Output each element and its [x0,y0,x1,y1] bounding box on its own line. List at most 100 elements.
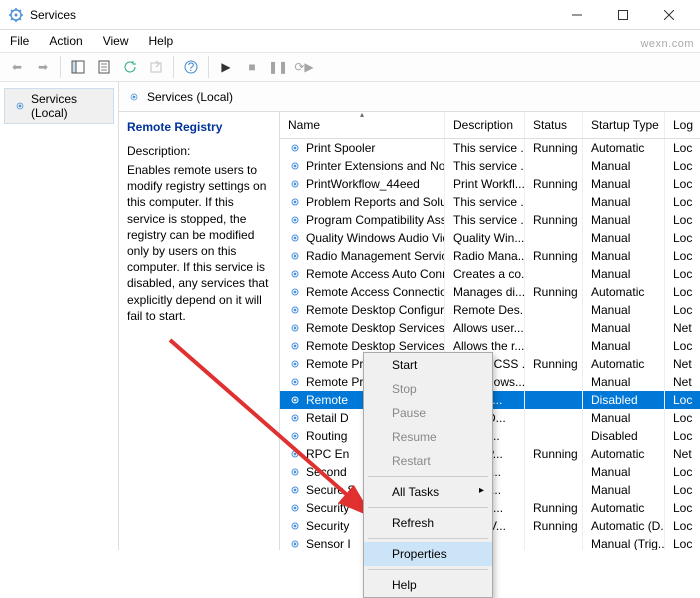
menu-help[interactable]: Help [145,33,178,49]
window-title: Services [30,8,554,22]
service-logon-cell: Loc [665,463,700,481]
maximize-button[interactable] [600,0,646,30]
service-startup-cell: Automatic [583,499,665,517]
ctx-separator [368,538,488,539]
restart-service-button[interactable]: ⟳▶ [293,56,315,78]
service-startup-cell: Disabled [583,427,665,445]
description-text: Enables remote users to modify registry … [127,162,269,324]
service-status-cell [525,535,583,550]
minimize-button[interactable] [554,0,600,30]
service-startup-cell: Automatic [583,283,665,301]
service-row[interactable]: Radio Management ServiceRadio Mana...Run… [280,247,700,265]
column-header-description[interactable]: Description [445,112,525,138]
service-logon-cell: Loc [665,157,700,175]
gear-icon [288,195,302,209]
service-row[interactable]: Quality Windows Audio Vid...Quality Win.… [280,229,700,247]
show-hide-tree-button[interactable] [67,56,89,78]
service-row[interactable]: PrintWorkflow_44eedPrint Workfl...Runnin… [280,175,700,193]
service-row[interactable]: Print SpoolerThis service ...RunningAuto… [280,139,700,157]
gear-icon [288,519,302,533]
service-status-cell: Running [525,283,583,301]
service-row[interactable]: Problem Reports and Soluti...This servic… [280,193,700,211]
service-startup-cell: Manual [583,157,665,175]
service-desc-cell: Manages di... [445,283,525,301]
column-header-startup[interactable]: Startup Type [583,112,665,138]
service-row[interactable]: Remote Desktop ServicesAllows user...Man… [280,319,700,337]
tree-root-services-local[interactable]: Services (Local) [4,88,114,124]
right-pane-header: Services (Local) [119,82,700,112]
service-desc-cell: This service ... [445,211,525,229]
service-name-cell: Remote Desktop Configurat... [306,303,445,317]
service-desc-cell: Remote Des... [445,301,525,319]
service-logon-cell: Loc [665,499,700,517]
ctx-separator [368,507,488,508]
ctx-help[interactable]: Help [364,573,492,597]
service-row[interactable]: Remote Access Auto Conne...Creates a co.… [280,265,700,283]
service-status-cell [525,427,583,445]
service-startup-cell: Manual [583,229,665,247]
column-header-status[interactable]: Status [525,112,583,138]
export-list-button[interactable] [145,56,167,78]
service-status-cell: Running [525,139,583,157]
ctx-pause[interactable]: Pause [364,401,492,425]
refresh-button[interactable] [119,56,141,78]
services-app-icon [8,7,24,23]
service-logon-cell: Net [665,319,700,337]
gear-icon [288,393,302,407]
ctx-restart[interactable]: Restart [364,449,492,473]
service-status-cell [525,373,583,391]
service-name-cell: Retail D [306,411,349,425]
start-service-button[interactable]: ▶ [215,56,237,78]
help-button[interactable]: ? [180,56,202,78]
service-logon-cell: Net [665,355,700,373]
service-row[interactable]: Remote Access Connection...Manages di...… [280,283,700,301]
service-status-cell: Running [525,355,583,373]
service-logon-cell: Net [665,445,700,463]
service-startup-cell: Disabled [583,391,665,409]
ctx-all-tasks[interactable]: All Tasks▸ [364,480,492,504]
ctx-start[interactable]: Start [364,353,492,377]
service-desc-cell: Quality Win... [445,229,525,247]
menu-file[interactable]: File [6,33,33,49]
service-logon-cell: Loc [665,337,700,355]
service-status-cell [525,481,583,499]
stop-service-button[interactable]: ■ [241,56,263,78]
ctx-separator [368,476,488,477]
service-row[interactable]: Remote Desktop Configurat...Remote Des..… [280,301,700,319]
column-header-logon[interactable]: Log [665,112,700,138]
service-name-cell: Security [306,501,349,515]
gear-icon [288,447,302,461]
service-logon-cell: Loc [665,211,700,229]
gear-icon [288,303,302,317]
properties-toolbar-button[interactable] [93,56,115,78]
service-name-cell: Printer Extensions and Notif... [306,159,445,173]
service-status-cell [525,265,583,283]
service-logon-cell: Loc [665,139,700,157]
service-startup-cell: Manual [583,319,665,337]
service-row[interactable]: Program Compatibility Assi...This servic… [280,211,700,229]
service-startup-cell: Automatic (D... [583,517,665,535]
service-name-cell: Radio Management Service [306,249,445,263]
column-header-name[interactable]: ▴Name [280,112,445,138]
service-status-cell: Running [525,499,583,517]
ctx-refresh[interactable]: Refresh [364,511,492,535]
titlebar: Services [0,0,700,30]
service-startup-cell: Manual [583,337,665,355]
back-button[interactable]: ⬅ [6,56,28,78]
menu-view[interactable]: View [99,33,133,49]
gear-icon [288,429,302,443]
menu-action[interactable]: Action [45,33,86,49]
ctx-resume[interactable]: Resume [364,425,492,449]
service-status-cell [525,337,583,355]
ctx-stop[interactable]: Stop [364,377,492,401]
pause-service-button[interactable]: ❚❚ [267,56,289,78]
gear-icon [288,213,302,227]
service-startup-cell: Manual [583,409,665,427]
service-name-cell: Sensor I [306,537,351,550]
gear-icon [288,159,302,173]
service-row[interactable]: Printer Extensions and Notif...This serv… [280,157,700,175]
forward-button[interactable]: ➡ [32,56,54,78]
ctx-properties[interactable]: Properties [364,542,492,566]
service-logon-cell: Loc [665,301,700,319]
close-button[interactable] [646,0,692,30]
